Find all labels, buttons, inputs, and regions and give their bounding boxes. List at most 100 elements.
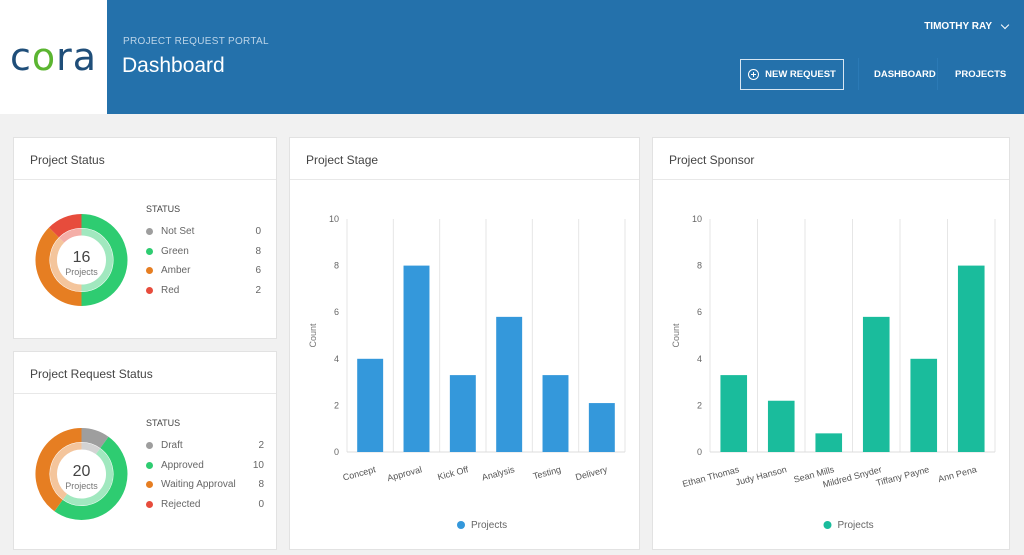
y-tick-label: 0 xyxy=(697,447,702,457)
y-tick-label: 4 xyxy=(697,354,702,364)
y-tick-label: 4 xyxy=(334,354,339,364)
legend-dot-icon xyxy=(146,500,153,508)
legend-value: 8 xyxy=(255,245,261,257)
project-request-status-donut: 20Projects xyxy=(35,428,128,520)
project-sponsor-chart: 0246810CountEthan ThomasJudy Hanson Sean … xyxy=(671,214,996,531)
card-title: Project Stage xyxy=(290,138,639,180)
project-request-status-card: Project Request Status 20 Projects STATUS… xyxy=(13,351,277,550)
legend-dot-icon xyxy=(146,247,153,255)
legend-value: 10 xyxy=(252,459,264,471)
y-axis-label: Count xyxy=(671,323,681,348)
x-tick-label: Analysis xyxy=(481,464,516,482)
page-title: Dashboard xyxy=(122,54,225,77)
donut-segment-outer[interactable] xyxy=(81,428,109,449)
legend-title: STATUS xyxy=(146,418,181,428)
project-stage-card: Project Stage 0 2 4 6 8 10 Count Concept Approva… xyxy=(289,137,640,550)
y-tick-label: 2 xyxy=(334,400,339,410)
y-tick-label: 10 xyxy=(692,214,702,224)
bar[interactable] xyxy=(862,316,890,452)
project-status-donut: 16Projects xyxy=(35,214,128,306)
donut-total: 16 xyxy=(73,249,91,266)
plus-circle-icon xyxy=(748,69,760,80)
donut-total: 20 xyxy=(73,463,91,480)
bar[interactable] xyxy=(403,265,430,452)
legend-value: 0 xyxy=(258,498,264,510)
legend-label[interactable]: Projects xyxy=(838,520,874,531)
legend-label[interactable]: Projects xyxy=(471,520,507,531)
user-menu[interactable]: TIMOTHY RAY xyxy=(924,20,1010,32)
legend-value: 2 xyxy=(258,440,264,452)
nav-projects[interactable]: PROJECTS xyxy=(955,69,1006,80)
y-axis-label: Count xyxy=(308,323,318,348)
new-request-label: NEW REQUEST xyxy=(765,69,836,80)
legend-item[interactable]: Red 2 xyxy=(146,281,261,301)
y-tick-label: 8 xyxy=(697,261,702,271)
donut-total-label: Projects xyxy=(65,481,98,491)
y-tick-label: 6 xyxy=(334,307,339,317)
legend-dot-icon xyxy=(146,442,153,450)
bar[interactable] xyxy=(957,265,985,452)
project-status-card: Project Status 16 Projects STATUS Not Set… xyxy=(13,137,277,339)
legend-value: 8 xyxy=(258,479,264,491)
legend-item[interactable]: Green 8 xyxy=(146,242,261,262)
card-title: Project Status xyxy=(14,138,276,180)
y-tick-label: 6 xyxy=(697,307,702,317)
chevron-down-icon xyxy=(1000,20,1010,29)
legend-item[interactable]: Amber 6 xyxy=(146,261,261,281)
portal-label: PROJECT REQUEST PORTAL xyxy=(123,36,269,47)
donut-segment-inner xyxy=(59,228,82,243)
legend-title: STATUS xyxy=(146,204,181,214)
card-title: Project Sponsor xyxy=(653,138,1009,180)
bar[interactable] xyxy=(720,375,748,452)
legend-item[interactable]: Not Set 0 xyxy=(146,222,261,242)
donut-segment-inner xyxy=(81,442,101,455)
y-tick-label: 10 xyxy=(329,214,339,224)
legend-value: 6 xyxy=(255,265,261,277)
x-tick-label: Kick Off xyxy=(436,464,469,482)
legend-dot-icon xyxy=(146,286,153,294)
bar[interactable] xyxy=(767,400,795,452)
x-tick-label: Concept xyxy=(342,464,377,482)
nav-divider xyxy=(858,58,859,90)
legend-item[interactable]: Rejected 0 xyxy=(146,495,264,515)
status-legend: STATUS Not Set 0 Green 8 Amber 6 Red 2 xyxy=(146,204,261,300)
card-title: Project Request Status xyxy=(14,352,276,394)
bar[interactable] xyxy=(496,316,523,452)
x-tick-label: Ann Pena xyxy=(937,464,978,484)
bar[interactable] xyxy=(542,375,569,452)
legend-label: Waiting Approval xyxy=(161,479,236,491)
y-tick-label: 2 xyxy=(697,400,702,410)
nav-dashboard[interactable]: DASHBOARD xyxy=(874,69,936,80)
project-sponsor-card: Project Sponsor 0 2 4 6 8 10 Count Ethan Thomas… xyxy=(652,137,1010,550)
top-header: cora PROJECT REQUEST PORTAL Dashboard TI… xyxy=(0,0,1024,114)
legend-label: Green xyxy=(161,245,189,257)
bar[interactable] xyxy=(815,433,843,452)
x-tick-label: Approval xyxy=(386,464,423,483)
legend-dot-icon xyxy=(146,267,153,275)
legend-dot-icon xyxy=(146,228,153,236)
legend-dot-icon xyxy=(146,481,153,489)
legend-label: Red xyxy=(161,284,180,296)
donut-total-label: Projects xyxy=(65,267,98,277)
x-tick-label: Judy Hanson xyxy=(734,464,787,487)
legend-item[interactable]: Waiting Approval 8 xyxy=(146,475,264,495)
legend-label: Rejected xyxy=(161,498,201,510)
y-tick-label: 0 xyxy=(334,447,339,457)
y-tick-label: 8 xyxy=(334,261,339,271)
logo-container[interactable]: cora xyxy=(0,0,107,114)
x-tick-label: Delivery xyxy=(574,464,608,482)
legend-label: Not Set xyxy=(161,226,195,238)
bar[interactable] xyxy=(357,358,384,452)
bar[interactable] xyxy=(449,375,476,452)
legend-label: Approved xyxy=(161,459,204,471)
legend-label: Amber xyxy=(161,265,191,277)
legend-item[interactable]: Draft 2 xyxy=(146,436,264,456)
legend-value: 2 xyxy=(255,284,261,296)
legend-label: Draft xyxy=(161,440,183,452)
bar[interactable] xyxy=(910,358,938,452)
bar[interactable] xyxy=(588,403,615,452)
new-request-button[interactable]: NEW REQUEST xyxy=(740,59,844,90)
legend-item[interactable]: Approved 10 xyxy=(146,456,264,476)
legend-value: 0 xyxy=(255,226,261,238)
legend-dot-icon xyxy=(146,461,153,469)
